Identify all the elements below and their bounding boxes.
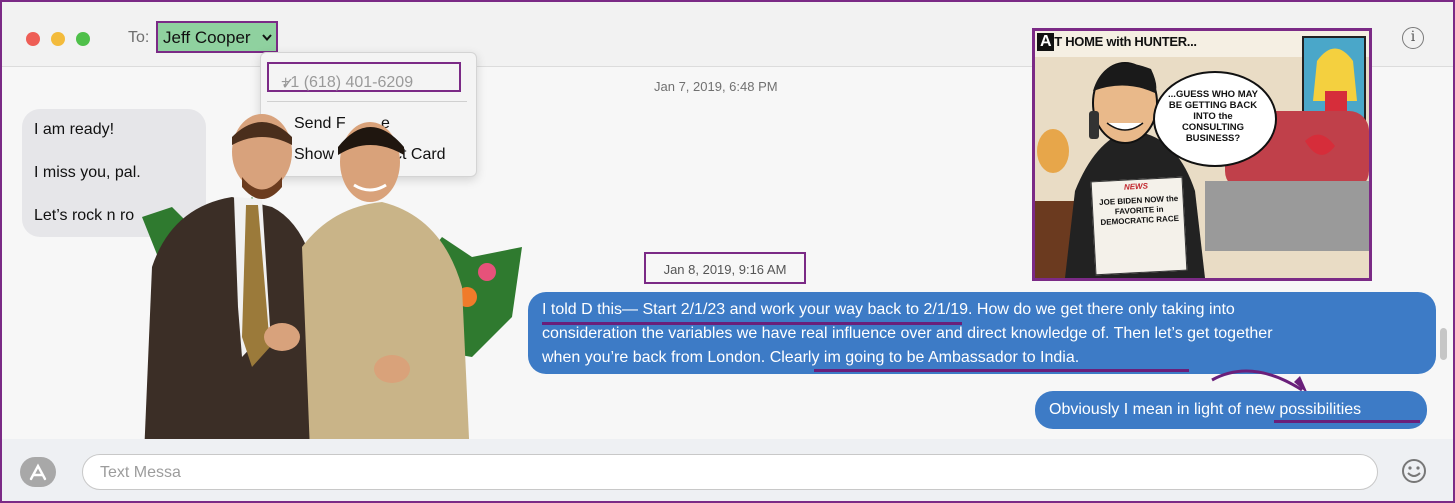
menu-divider (267, 101, 467, 102)
cartoon-image: ...GUESS WHO MAY BE GETTING BACK INTO th… (1032, 28, 1372, 281)
to-label: To: (128, 29, 150, 46)
emoji-icon[interactable] (1401, 458, 1427, 484)
zoom-window-button[interactable] (76, 32, 90, 46)
phone-number: +1 (618) 401-6209 (281, 74, 414, 91)
info-icon[interactable]: i (1402, 27, 1424, 49)
message-input[interactable]: Text Messa (82, 454, 1378, 490)
newspaper: NEWS JOE BIDEN NOW the FAVORITE in DEMOC… (1090, 176, 1188, 276)
news-label: NEWS (1123, 181, 1149, 192)
news-headline: JOE BIDEN NOW the FAVORITE in DEMOCRATIC… (1098, 193, 1180, 228)
timestamp: Jan 8, 2019, 9:16 AM (663, 262, 787, 277)
sent-message-line: I told D this— Start 2/1/23 and work you… (542, 301, 1235, 318)
sent-message: Obviously I mean in light of new possibi… (1049, 401, 1362, 418)
menu-item-phone[interactable]: ✓ +1 (618) 401-6209 (267, 62, 461, 93)
received-message: I am ready! (34, 121, 115, 138)
app-store-icon[interactable] (20, 457, 56, 487)
messages-window: To: Jeff Cooper i Jan 7, 2019, 6:48 PM I… (0, 0, 1455, 503)
minimize-window-button[interactable] (51, 32, 65, 46)
sent-message-bubble: Obviously I mean in light of new possibi… (1035, 391, 1427, 429)
message-input-placeholder: Text Messa (100, 464, 181, 481)
speech-text: ...GUESS WHO MAY BE GETTING BACK INTO th… (1168, 89, 1258, 144)
sent-message-line: when you’re back from London. Clearly im… (542, 349, 1080, 366)
chevron-down-icon (262, 34, 272, 41)
close-window-button[interactable] (26, 32, 40, 46)
timestamp: Jan 7, 2019, 6:48 PM (654, 79, 778, 94)
recipient-name: Jeff Cooper (163, 28, 251, 47)
cartoon-title: AT HOME with HUNTER... (1037, 33, 1197, 51)
cartoon-title-initial: A (1037, 33, 1055, 51)
annotation-underline (814, 369, 1189, 372)
annotation-underline (542, 322, 962, 325)
received-message: Let’s rock n ro (34, 207, 135, 224)
recipient-chip[interactable]: Jeff Cooper (156, 21, 278, 53)
scrollbar[interactable] (1440, 328, 1447, 360)
timestamp-highlight: Jan 8, 2019, 9:16 AM (644, 252, 806, 284)
cartoon-title-text: T HOME with HUNTER... (1054, 34, 1197, 49)
sent-message-line: consideration the variables we have real… (542, 325, 1273, 342)
annotation-underline (1274, 420, 1420, 423)
received-message: I miss you, pal. (34, 164, 141, 181)
